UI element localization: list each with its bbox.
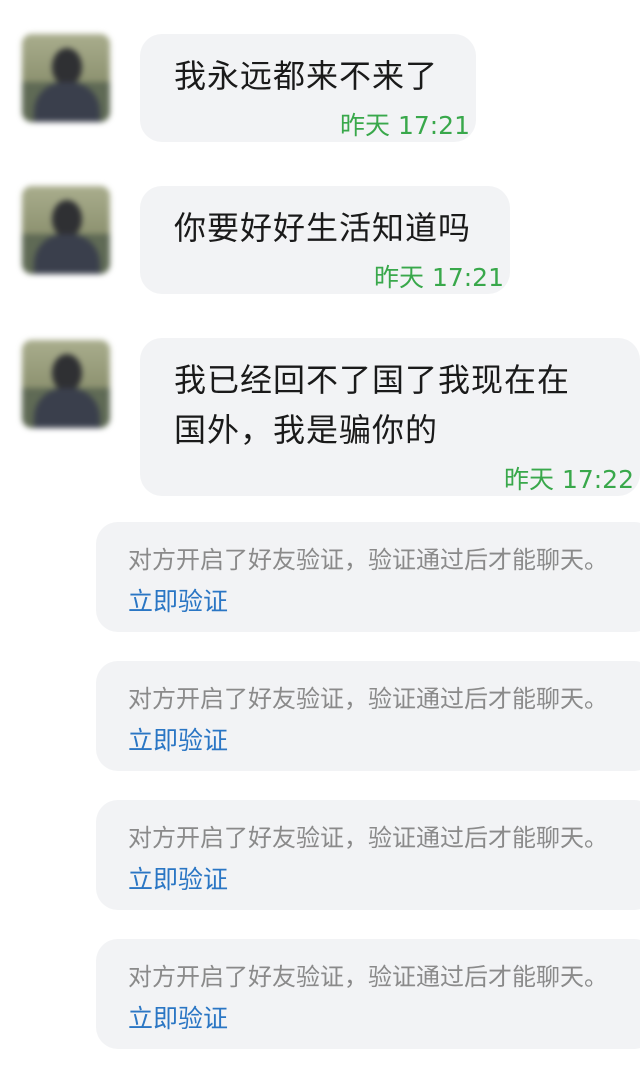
message-bubble[interactable]: 你要好好生活知道吗 昨天 17:21 [140, 186, 510, 294]
message-time: 昨天 17:21 [374, 263, 504, 292]
verification-notice: 对方开启了好友验证，验证通过后才能聊天。 立即验证 [96, 800, 640, 910]
verification-notice: 对方开启了好友验证，验证通过后才能聊天。 立即验证 [96, 939, 640, 1049]
message-time: 昨天 17:22 [504, 465, 634, 494]
verification-notice: 对方开启了好友验证，验证通过后才能聊天。 立即验证 [96, 522, 640, 632]
message-text: 我永远都来不来了 [174, 57, 439, 95]
message-text: 你要好好生活知道吗 [174, 209, 472, 247]
notice-text: 对方开启了好友验证，验证通过后才能聊天。 [128, 963, 608, 991]
verify-now-link[interactable]: 立即验证 [128, 721, 228, 757]
verify-now-link[interactable]: 立即验证 [128, 582, 228, 618]
verify-now-link[interactable]: 立即验证 [128, 860, 228, 896]
chat-screen: 我永远都来不来了 昨天 17:21 你要好好生活知道吗 昨天 17:21 我已经… [0, 0, 640, 1083]
notice-text: 对方开启了好友验证，验证通过后才能聊天。 [128, 685, 608, 713]
message-bubble[interactable]: 我已经回不了国了我现在在 国外，我是骗你的 昨天 17:22 [140, 338, 640, 496]
notice-text: 对方开启了好友验证，验证通过后才能聊天。 [128, 546, 608, 574]
notice-text: 对方开启了好友验证，验证通过后才能聊天。 [128, 824, 608, 852]
message-time: 昨天 17:21 [340, 111, 470, 140]
contact-avatar[interactable] [22, 186, 110, 274]
verify-now-link[interactable]: 立即验证 [128, 999, 228, 1035]
contact-avatar[interactable] [22, 34, 110, 122]
contact-avatar[interactable] [22, 340, 110, 428]
message-text-line: 我已经回不了国了我现在在 [174, 361, 571, 399]
verification-notice: 对方开启了好友验证，验证通过后才能聊天。 立即验证 [96, 661, 640, 771]
message-bubble[interactable]: 我永远都来不来了 昨天 17:21 [140, 34, 476, 142]
message-text-line: 国外，我是骗你的 [174, 411, 439, 449]
